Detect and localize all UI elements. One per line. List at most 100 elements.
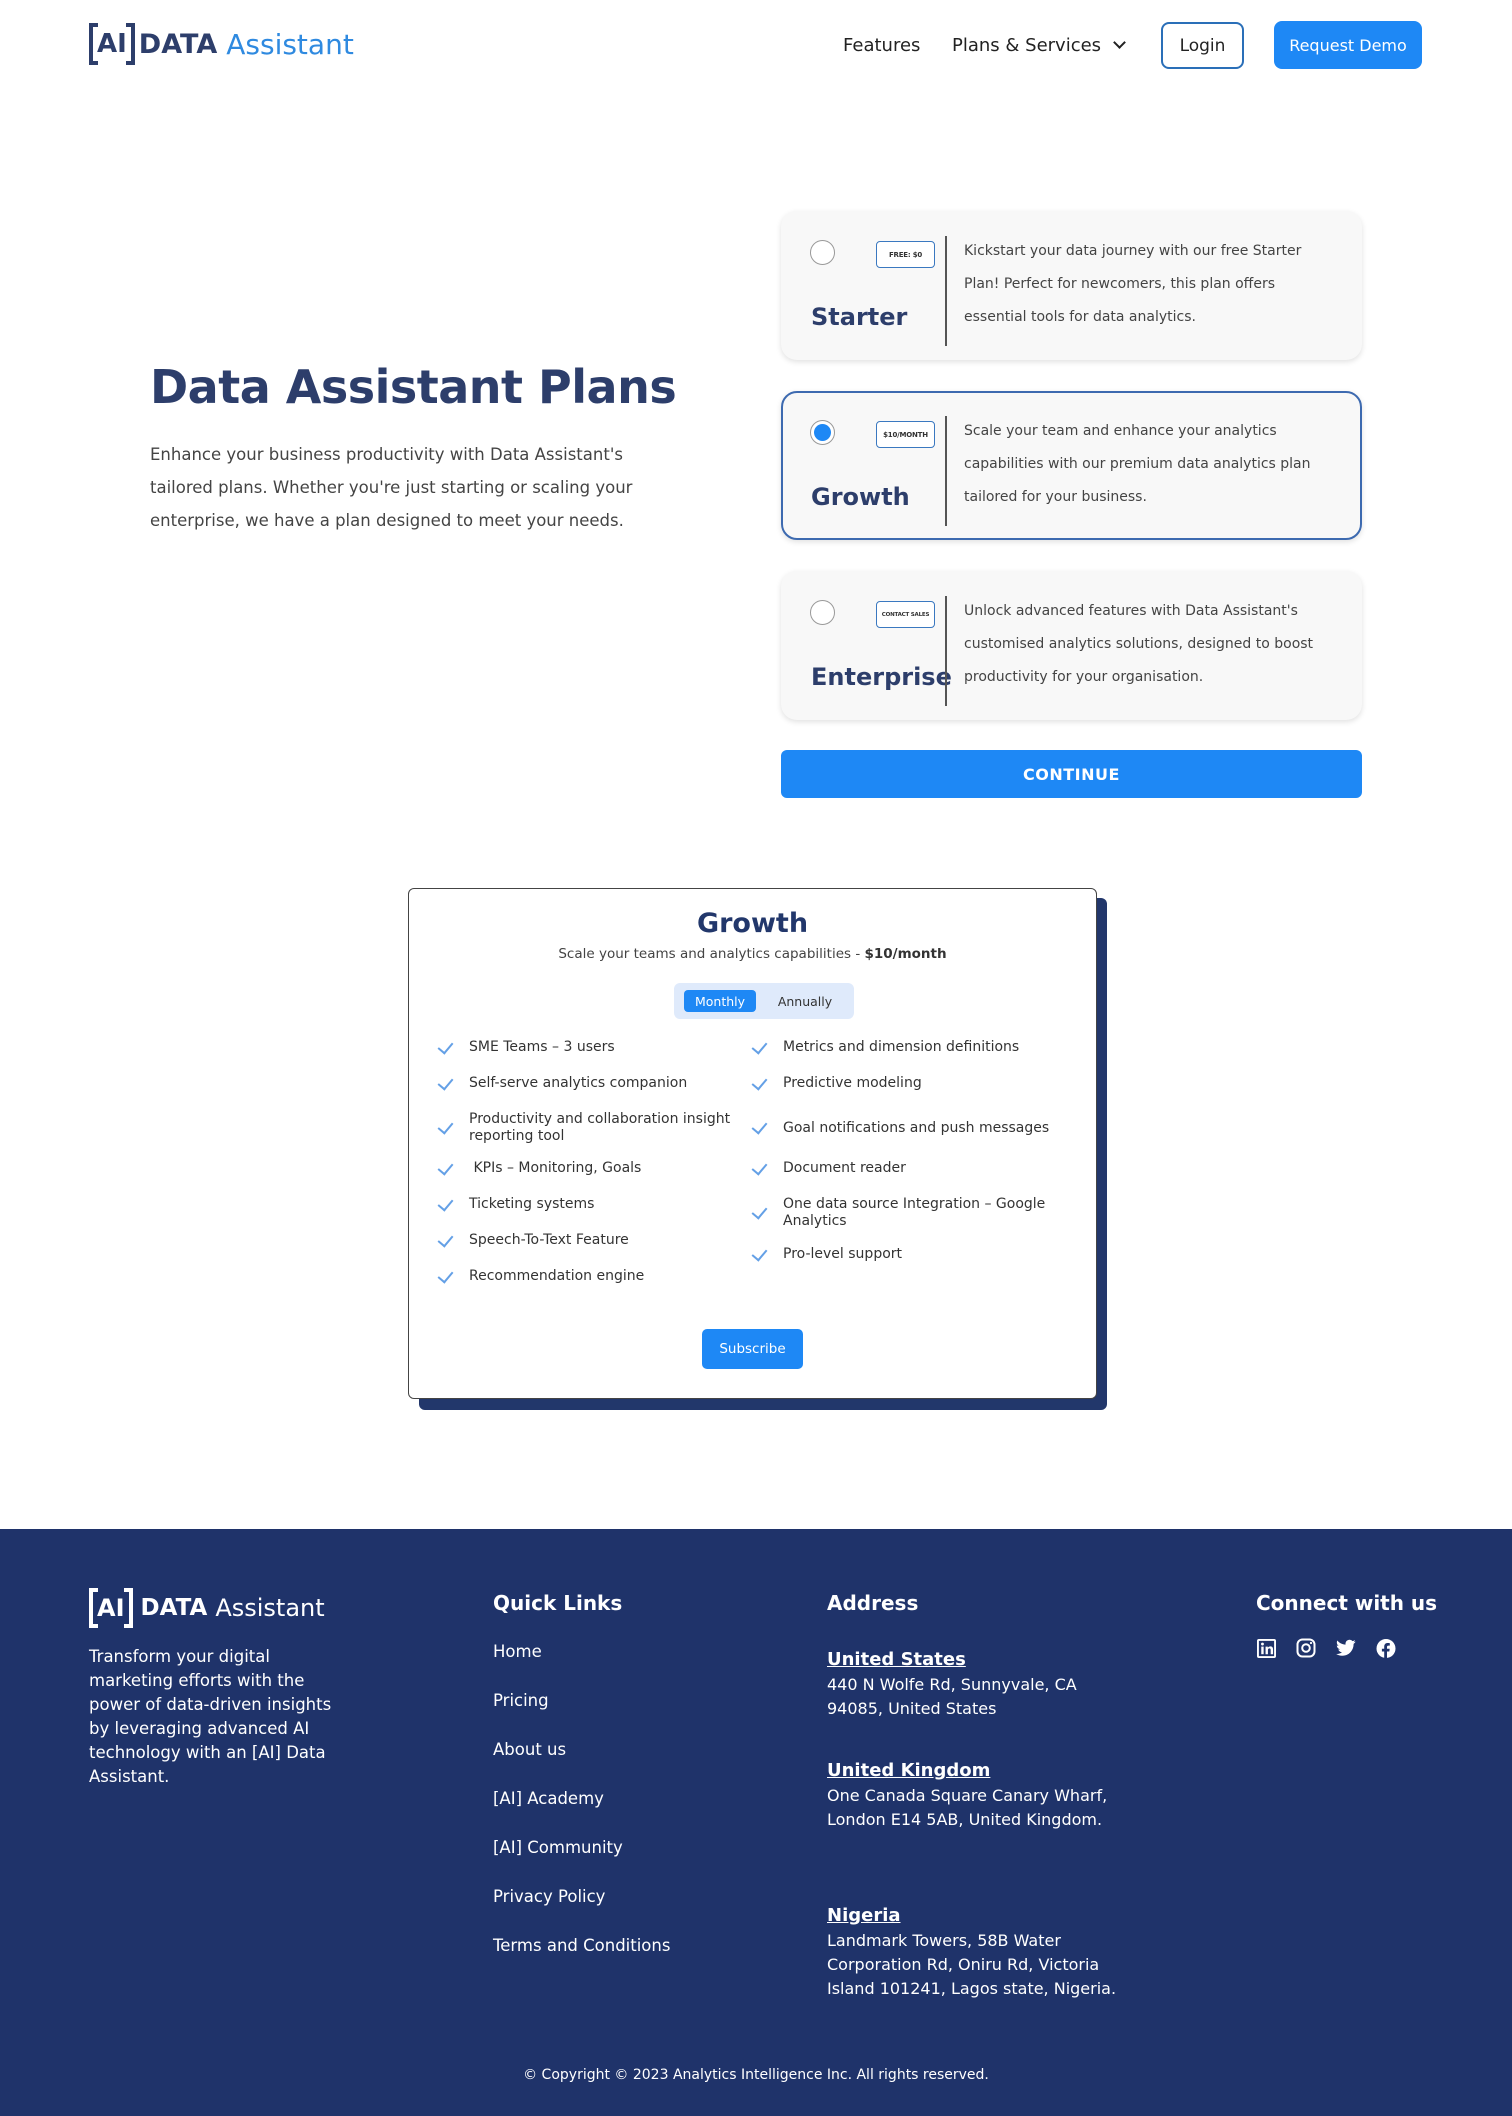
plan-card-growth[interactable]: $10/MONTH Growth Scale your team and enh… <box>781 391 1362 540</box>
feature-text: Recommendation engine <box>469 1268 645 1284</box>
logo-data-text: DATA <box>138 28 218 60</box>
check-icon <box>751 1244 768 1262</box>
address-united-states: United States 440 N Wolfe Rd, Sunnyvale,… <box>827 1647 1117 1721</box>
logo-bracket-mark: AI <box>89 1588 133 1628</box>
plan-radio-starter[interactable] <box>810 240 835 265</box>
logo-bracket-mark: AI <box>89 23 135 65</box>
footer-link-home[interactable]: Home <box>493 1640 670 1689</box>
plan-description: Scale your team and enhance your analyti… <box>964 423 1311 505</box>
plan-name: Growth <box>811 483 910 511</box>
billing-toggle: Monthly Annually <box>674 983 854 1019</box>
brand-logo[interactable]: AI DATA Assistant <box>89 22 354 66</box>
footer-tagline: Transform your digital marketing efforts… <box>89 1647 332 1786</box>
feature-text: Pro-level support <box>783 1246 903 1262</box>
feature-item: SME Teams – 3 users <box>437 1037 741 1056</box>
plan-price-badge: FREE: $0 <box>876 241 935 268</box>
feature-item: Goal notifications and push messages <box>751 1111 1055 1145</box>
logo-ai-text: AI <box>97 29 127 59</box>
page-title: Data Assistant Plans <box>150 360 677 414</box>
feature-item: Productivity and collaboration insight r… <box>437 1111 741 1145</box>
feature-text: Goal notifications and push messages <box>783 1119 1050 1136</box>
address-heading: Address <box>827 1591 919 1615</box>
logo-assistant-text: Assistant <box>215 1594 325 1622</box>
instagram-icon[interactable] <box>1296 1638 1316 1658</box>
logo-data-text: DATA <box>140 1595 208 1621</box>
copyright-text: © Copyright © 2023 Analytics Intelligenc… <box>523 2067 989 2083</box>
quick-links: Home Pricing About us [AI] Academy [AI] … <box>493 1640 670 1983</box>
plan-radio-enterprise[interactable] <box>810 600 835 625</box>
feature-item: One data source Integration – Google Ana… <box>751 1196 1055 1230</box>
plan-card-starter[interactable]: FREE: $0 Starter Kickstart your data jou… <box>781 211 1362 360</box>
feature-text: SME Teams – 3 users <box>469 1039 615 1055</box>
check-icon <box>751 1203 768 1220</box>
quick-links-heading: Quick Links <box>493 1591 623 1615</box>
request-demo-button[interactable]: Request Demo <box>1274 21 1422 69</box>
chevron-down-icon <box>1113 36 1126 49</box>
connect-heading: Connect with us <box>1256 1591 1438 1615</box>
footer-logo[interactable]: AI DATA Assistant <box>89 1587 325 1629</box>
feature-item: Metrics and dimension definitions <box>751 1037 1055 1056</box>
address-country-link[interactable]: United States <box>827 1647 966 1673</box>
address-text: Landmark Towers, 58B Water Corporation R… <box>827 1931 1117 1998</box>
footer-link-community[interactable]: [AI] Community <box>493 1836 670 1885</box>
footer-link-terms[interactable]: Terms and Conditions <box>493 1934 670 1983</box>
check-icon <box>751 1073 768 1091</box>
check-icon <box>437 1194 454 1212</box>
billing-annually-tab[interactable]: Annually <box>766 990 844 1012</box>
site-header: AI DATA Assistant Features Plans & Servi… <box>0 0 1512 90</box>
check-icon <box>751 1158 768 1176</box>
footer-link-about[interactable]: About us <box>493 1738 670 1787</box>
plan-detail-card: Growth Scale your teams and analytics ca… <box>408 888 1097 1399</box>
feature-item: Speech-To-Text Feature <box>437 1230 741 1249</box>
address-nigeria: Nigeria Landmark Towers, 58B Water Corpo… <box>827 1903 1117 2001</box>
address-text: 440 N Wolfe Rd, Sunnyvale, CA 94085, Uni… <box>827 1675 1077 1718</box>
logo-ai-text: AI <box>97 1594 125 1622</box>
plan-name: Starter <box>811 303 908 331</box>
check-icon <box>751 1118 768 1135</box>
feature-text: Document reader <box>783 1160 906 1176</box>
check-icon <box>437 1266 454 1284</box>
footer-link-academy[interactable]: [AI] Academy <box>493 1787 670 1836</box>
feature-text: Predictive modeling <box>783 1075 922 1091</box>
twitter-icon[interactable] <box>1336 1638 1356 1658</box>
footer-link-privacy[interactable]: Privacy Policy <box>493 1885 670 1934</box>
social-links <box>1256 1638 1396 1658</box>
feature-item: Document reader <box>751 1158 1055 1177</box>
feature-item: Recommendation engine <box>437 1266 741 1285</box>
check-icon <box>437 1230 454 1248</box>
plan-card-enterprise[interactable]: CONTACT SALES Enterprise Unlock advanced… <box>781 571 1362 720</box>
footer-link-pricing[interactable]: Pricing <box>493 1689 670 1738</box>
feature-text: Self-serve analytics companion <box>469 1075 688 1091</box>
plan-price-badge: CONTACT SALES <box>876 601 935 628</box>
feature-item: KPIs – Monitoring, Goals <box>437 1158 741 1177</box>
continue-button[interactable]: CONTINUE <box>781 750 1362 798</box>
plan-radio-growth[interactable] <box>810 420 835 445</box>
check-icon <box>437 1037 454 1055</box>
check-icon <box>751 1037 768 1055</box>
detail-subtitle-text: Scale your teams and analytics capabilit… <box>558 946 865 962</box>
feature-text: Productivity and collaboration insight r… <box>469 1111 735 1144</box>
detail-title: Growth <box>696 908 809 939</box>
plan-divider <box>945 416 947 526</box>
nav-plans-services-dropdown[interactable]: Plans & Services <box>952 35 1126 56</box>
linkedin-icon[interactable] <box>1256 1638 1276 1658</box>
billing-monthly-tab[interactable]: Monthly <box>684 990 756 1012</box>
page-description: Enhance your business productivity with … <box>150 445 633 530</box>
address-country-link[interactable]: Nigeria <box>827 1903 901 1929</box>
subscribe-button[interactable]: Subscribe <box>702 1329 803 1369</box>
check-icon <box>437 1118 454 1135</box>
plan-description: Kickstart your data journey with our fre… <box>964 243 1302 325</box>
login-button[interactable]: Login <box>1161 22 1244 69</box>
detail-price: $10/month <box>864 946 947 962</box>
site-footer: AI DATA Assistant Transform your digital… <box>0 1529 1512 2116</box>
nav-features-link[interactable]: Features <box>843 35 920 56</box>
facebook-icon[interactable] <box>1376 1638 1396 1658</box>
feature-item: Predictive modeling <box>751 1073 1055 1092</box>
feature-text: Metrics and dimension definitions <box>783 1039 1020 1055</box>
address-country-link[interactable]: United Kingdom <box>827 1758 990 1784</box>
logo-assistant-text: Assistant <box>226 27 354 61</box>
feature-text: Ticketing systems <box>469 1196 595 1212</box>
feature-item: Pro-level support <box>751 1244 1055 1263</box>
detail-subtitle: Scale your teams and analytics capabilit… <box>409 946 1096 962</box>
feature-text: KPIs – Monitoring, Goals <box>469 1160 642 1176</box>
